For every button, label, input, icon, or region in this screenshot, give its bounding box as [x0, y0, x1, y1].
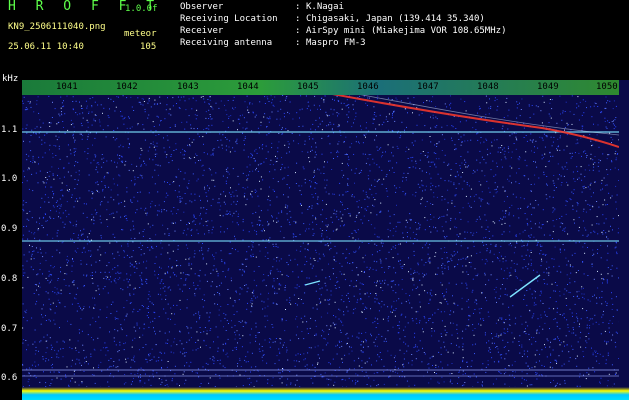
y-tick-label: 0.6	[1, 373, 18, 383]
spectrogram-plot	[22, 95, 619, 387]
detection-mode: meteor	[124, 29, 157, 39]
timestamp: 25.06.11 10:40	[8, 42, 84, 52]
x-tick-label: 1042	[116, 82, 138, 92]
info-key: Receiving Location	[180, 14, 278, 24]
bottom-intensity-band	[22, 387, 629, 400]
info-key: Observer	[180, 2, 224, 12]
y-axis-unit: kHz	[2, 74, 19, 84]
y-tick-label: 1.0	[1, 174, 18, 184]
info-row-receiver: Receiver : AirSpy mini (Miakejima VOR 10…	[180, 26, 506, 38]
info-colon: :	[295, 26, 301, 36]
y-tick-label: 0.8	[1, 274, 18, 284]
detection-count: 105	[140, 42, 157, 52]
info-value: K.Nagai	[306, 2, 344, 12]
x-tick-label: 1043	[177, 82, 199, 92]
file-name: KN9_2506111040.png	[8, 22, 106, 32]
x-tick-label: 1049	[537, 82, 559, 92]
app-version: 1.0.0f	[125, 4, 158, 14]
right-edge-noise	[619, 80, 629, 400]
left-frequency-axis: 1.1 1.0 0.9 0.8 0.7 0.6	[0, 95, 22, 400]
info-value: Chigasaki, Japan (139.414 35.340)	[306, 14, 485, 24]
spectrogram-canvas	[22, 95, 619, 387]
info-row-location: Receiving Location : Chigasaki, Japan (1…	[180, 14, 485, 26]
info-value: Maspro FM-3	[306, 38, 366, 48]
info-colon: :	[295, 38, 301, 48]
info-row-antenna: Receiving antenna : Maspro FM-3	[180, 38, 366, 50]
top-time-axis: 1041 1042 1043 1044 1045 1046 1047 1048 …	[22, 80, 619, 95]
info-key: Receiving antenna	[180, 38, 273, 48]
meteor-echo-1	[509, 274, 541, 298]
info-colon: :	[295, 2, 301, 12]
info-key: Receiver	[180, 26, 224, 36]
y-tick-label: 0.9	[1, 224, 18, 234]
x-tick-label: 1044	[237, 82, 259, 92]
aircraft-doppler-trace	[332, 95, 619, 148]
x-tick-label: 1047	[417, 82, 439, 92]
info-value: AirSpy mini (Miakejima VOR 108.65MHz)	[306, 26, 507, 36]
x-tick-label: 1041	[56, 82, 78, 92]
y-tick-label: 1.1	[1, 125, 18, 135]
meteor-echo-2	[304, 280, 321, 286]
y-tick-label: 0.7	[1, 324, 18, 334]
x-tick-label: 1046	[357, 82, 379, 92]
info-colon: :	[295, 14, 301, 24]
x-tick-label: 1048	[477, 82, 499, 92]
hroftt-window: H R O F F T 1.0.0f KN9_2506111040.png me…	[0, 0, 629, 400]
x-tick-label: 1045	[297, 82, 319, 92]
info-row-observer: Observer : K.Nagai	[180, 2, 344, 14]
